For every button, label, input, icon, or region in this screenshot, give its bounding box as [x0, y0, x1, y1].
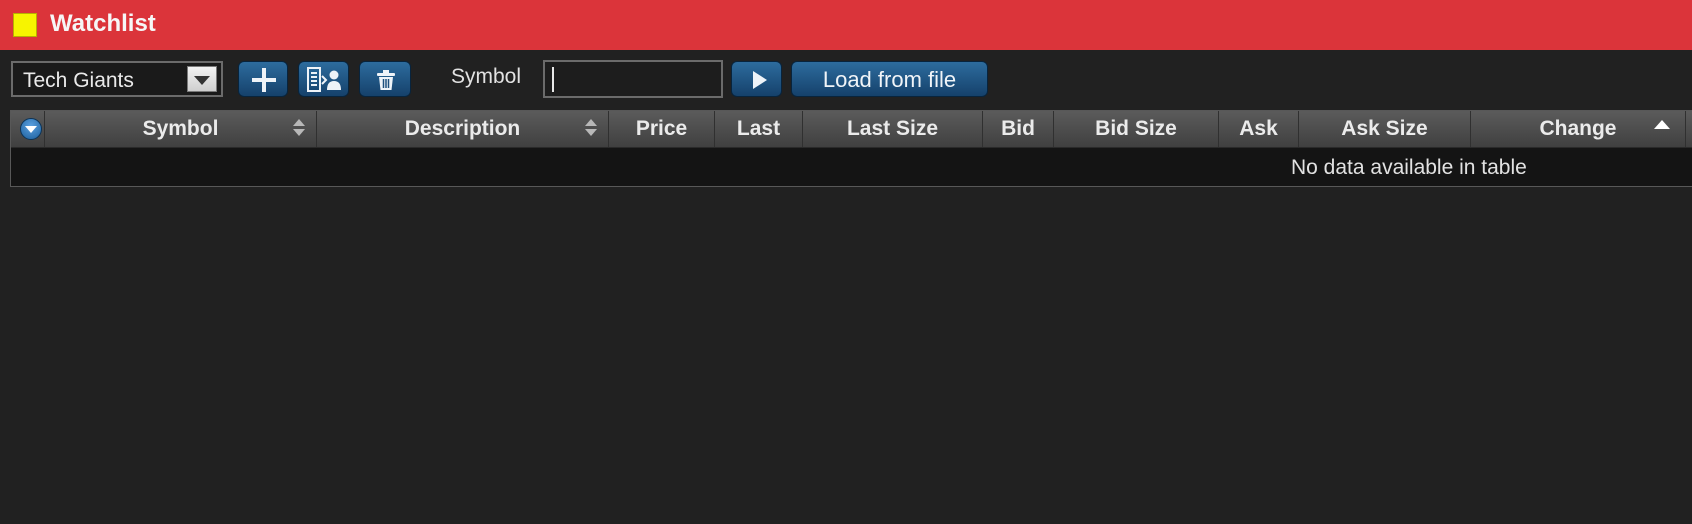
column-header-bid-size[interactable]: Bid Size: [1054, 111, 1219, 147]
column-header-label: Change: [1539, 117, 1617, 140]
column-header-label: Price: [635, 117, 688, 140]
symbol-input[interactable]: [543, 60, 723, 98]
column-header-description[interactable]: Description: [317, 111, 609, 147]
column-header-label: Last: [736, 117, 781, 140]
watchlist-toolbar: Tech Giants Symbol Load from file: [0, 50, 1692, 106]
column-header-label: Description: [404, 117, 521, 140]
column-header-ask[interactable]: Ask: [1219, 111, 1299, 147]
watchlist-select-value: Tech Giants: [23, 69, 134, 92]
text-caret: [552, 67, 554, 92]
column-header-label: Bid Size: [1095, 117, 1177, 140]
window-color-swatch[interactable]: [13, 13, 37, 37]
manage-watchlist-button[interactable]: [298, 61, 349, 97]
table-empty-row: No data available in table: [11, 148, 1692, 187]
load-from-file-label: Load from file: [822, 67, 957, 92]
column-header-bid[interactable]: Bid: [983, 111, 1054, 147]
sort-ascending-icon: [1654, 120, 1670, 129]
table-header-row: Symbol Description Price Last Last Size …: [11, 111, 1692, 148]
column-header-label: Last Size: [846, 117, 939, 140]
trash-icon: [377, 70, 395, 90]
column-header-label: Symbol: [142, 117, 219, 140]
column-header-last[interactable]: Last: [715, 111, 803, 147]
column-header-symbol[interactable]: Symbol: [45, 111, 317, 147]
window-title: Watchlist: [50, 10, 156, 37]
chevron-down-icon[interactable]: [187, 66, 217, 92]
load-from-file-button[interactable]: Load from file: [791, 61, 988, 97]
column-header-filter[interactable]: [11, 111, 45, 147]
list-user-icon: [307, 67, 341, 92]
column-header-label: Bid: [1001, 117, 1035, 140]
column-header-overflow: [1686, 111, 1692, 147]
column-header-price[interactable]: Price: [609, 111, 715, 147]
watchlist-table: Symbol Description Price Last Last Size …: [10, 110, 1692, 187]
column-header-label: Ask Size: [1341, 117, 1428, 140]
sort-both-icon: [293, 119, 305, 139]
watchlist-select[interactable]: Tech Giants: [11, 61, 223, 97]
empty-table-message: No data available in table: [1291, 156, 1527, 179]
add-watchlist-button[interactable]: [238, 61, 288, 97]
delete-watchlist-button[interactable]: [359, 61, 411, 97]
column-header-last-size[interactable]: Last Size: [803, 111, 983, 147]
add-symbol-button[interactable]: [731, 61, 782, 97]
sort-both-icon: [585, 119, 597, 139]
window-titlebar: Watchlist: [0, 0, 1692, 50]
symbol-label: Symbol: [451, 65, 522, 88]
filter-menu-icon[interactable]: [20, 118, 42, 140]
column-header-label: Ask: [1239, 117, 1278, 140]
column-header-change[interactable]: Change: [1471, 111, 1686, 147]
column-header-ask-size[interactable]: Ask Size: [1299, 111, 1471, 147]
